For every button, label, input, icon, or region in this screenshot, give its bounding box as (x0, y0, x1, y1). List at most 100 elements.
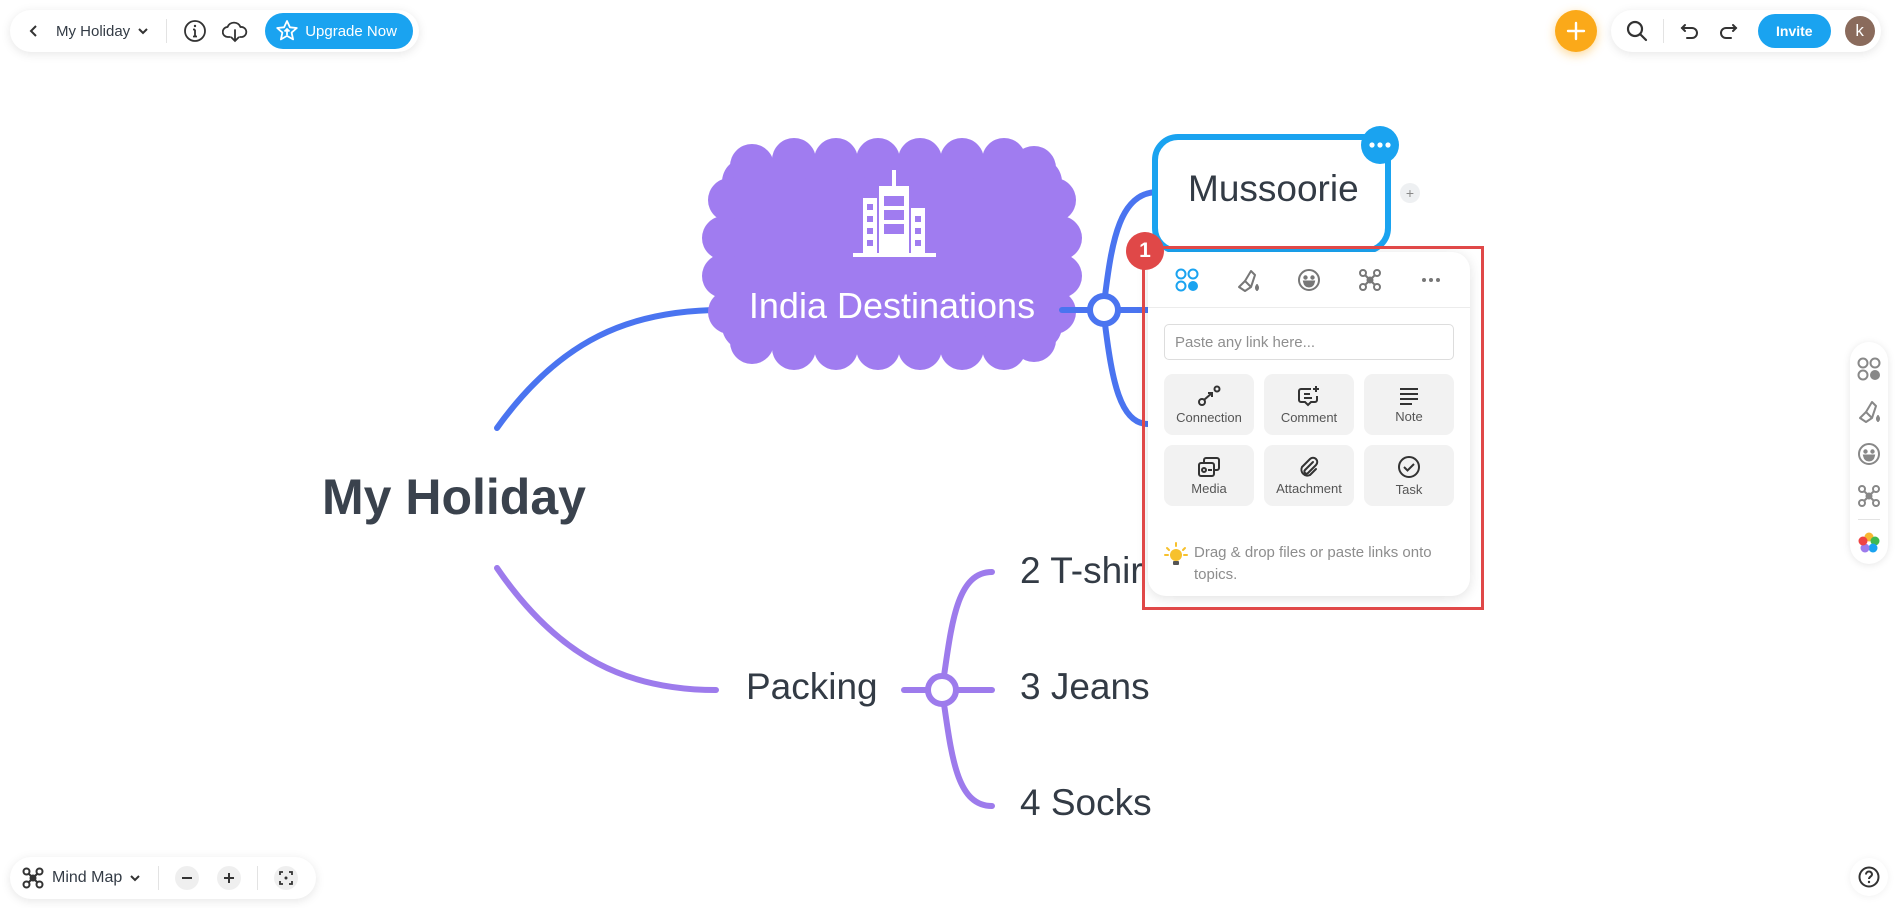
cloud-download-icon (222, 21, 248, 43)
right-style-button[interactable] (1852, 390, 1886, 432)
connector-down (1102, 321, 1151, 427)
mindmap-structure-icon (1359, 268, 1382, 291)
insert-comment-button[interactable]: Comment (1264, 374, 1354, 435)
india-destinations-cloud[interactable] (702, 138, 1082, 370)
mindmap-structure-icon (1858, 484, 1880, 507)
branch-line-india (494, 307, 725, 431)
right-format-toolbar (1850, 342, 1888, 564)
tab-style[interactable] (1228, 260, 1268, 300)
insert-media-button[interactable]: Media (1164, 445, 1254, 506)
insert-attachment-label: Attachment (1276, 480, 1342, 496)
drag-drop-tip: Drag & drop files or paste links onto to… (1164, 542, 1454, 586)
right-insert-button[interactable] (1852, 348, 1886, 390)
insert-task-button[interactable]: Task (1364, 445, 1454, 506)
back-button[interactable] (24, 15, 44, 47)
insert-note-label: Note (1395, 408, 1423, 424)
tab-emoji[interactable] (1289, 260, 1329, 300)
insert-comment-label: Comment (1280, 409, 1338, 425)
invite-button[interactable]: Invite (1758, 14, 1831, 48)
note-lines-icon (1400, 387, 1418, 405)
upgrade-now-button[interactable]: Upgrade Now (265, 13, 413, 49)
connector-socks (941, 701, 995, 809)
star-upgrade-icon (276, 20, 298, 41)
chevron-left-icon (29, 25, 37, 37)
divider (1858, 518, 1880, 520)
root-topic[interactable]: My Holiday (322, 468, 586, 526)
connection-icon (1198, 385, 1221, 406)
divider (1663, 19, 1664, 43)
info-icon (184, 20, 207, 42)
insert-media-label: Media (1191, 480, 1227, 496)
divider (158, 866, 160, 890)
topic-packing[interactable]: Packing (746, 666, 878, 708)
insert-panel: Connection Comment Note Media Attachment… (1148, 252, 1470, 596)
paste-link-input[interactable] (1164, 324, 1454, 360)
fit-screen-button[interactable] (274, 866, 299, 890)
tab-structure[interactable] (1350, 260, 1390, 300)
mindmap-canvas[interactable] (0, 0, 1899, 908)
tip-text: Drag & drop files or paste links onto to… (1194, 544, 1432, 583)
comment-add-icon (1298, 385, 1319, 406)
right-color-theme-button[interactable] (1852, 522, 1886, 564)
panel-tabs (1148, 252, 1470, 308)
user-avatar[interactable]: k (1844, 16, 1875, 46)
insert-attachment-button[interactable]: Attachment (1264, 445, 1354, 506)
topic-jeans[interactable]: 3 Jeans (1020, 666, 1150, 708)
help-button[interactable] (1850, 858, 1888, 896)
tab-more[interactable] (1411, 260, 1451, 300)
lightbulb-icon (1164, 542, 1188, 565)
plus-icon: + (1405, 185, 1415, 201)
add-subtopic-button[interactable]: + (1400, 183, 1420, 203)
topic-india-destinations[interactable]: India Destinations (722, 285, 1062, 327)
more-dots-icon (1369, 142, 1391, 148)
insert-dots-icon (1857, 357, 1881, 381)
insert-task-label: Task (1395, 481, 1423, 497)
paint-bucket-icon (1237, 269, 1259, 292)
plus-icon (1566, 21, 1586, 41)
insert-note-button[interactable]: Note (1364, 374, 1454, 435)
topic-socks[interactable]: 4 Socks (1020, 782, 1152, 824)
insert-dots-icon (1175, 268, 1199, 291)
redo-icon (1720, 24, 1738, 39)
upgrade-label: Upgrade Now (305, 22, 397, 40)
download-button[interactable] (219, 15, 251, 47)
topic-mussoorie-label[interactable]: Mussoorie (1188, 168, 1359, 210)
paint-bucket-icon (1859, 401, 1880, 424)
tab-insert[interactable] (1167, 260, 1207, 300)
topic-more-button[interactable] (1361, 126, 1399, 164)
insert-connection-button[interactable]: Connection (1164, 374, 1254, 435)
redo-button[interactable] (1712, 15, 1744, 47)
fit-screen-icon (279, 871, 294, 885)
plus-icon (224, 873, 235, 883)
branch-node-packing[interactable] (925, 673, 959, 707)
map-mode-label: Mind Map (52, 869, 123, 886)
action-toolbar: Invite k (1611, 10, 1881, 52)
media-icon (1198, 456, 1220, 477)
branch-node-india[interactable] (1087, 293, 1121, 327)
chevron-down-icon (130, 874, 140, 881)
minus-icon (182, 877, 193, 879)
color-theme-icon (1858, 532, 1880, 553)
highlight-badge: 1 (1126, 232, 1164, 270)
search-button[interactable] (1621, 15, 1653, 47)
mindmap-structure-icon (22, 867, 44, 889)
more-dots-icon (1422, 277, 1441, 282)
chevron-down-icon (138, 27, 148, 34)
insert-connection-label: Connection (1176, 409, 1242, 425)
zoom-in-button[interactable] (217, 866, 242, 890)
connector-tshirts (941, 569, 995, 679)
add-button[interactable] (1555, 10, 1597, 52)
insert-options-grid: Connection Comment Note Media Attachment… (1164, 374, 1454, 506)
info-button[interactable] (179, 15, 211, 47)
topic-tshirts[interactable]: 2 T-shir (1020, 550, 1143, 592)
divider (166, 19, 168, 43)
help-icon (1858, 866, 1880, 888)
right-emoji-button[interactable] (1852, 432, 1886, 474)
zoom-out-button[interactable] (175, 866, 200, 890)
right-structure-button[interactable] (1852, 475, 1886, 517)
map-mode-dropdown[interactable]: Mind Map (22, 867, 148, 889)
document-title-dropdown[interactable]: My Holiday (52, 23, 154, 40)
divider (257, 866, 259, 890)
undo-button[interactable] (1674, 15, 1706, 47)
view-toolbar: Mind Map (10, 857, 317, 899)
